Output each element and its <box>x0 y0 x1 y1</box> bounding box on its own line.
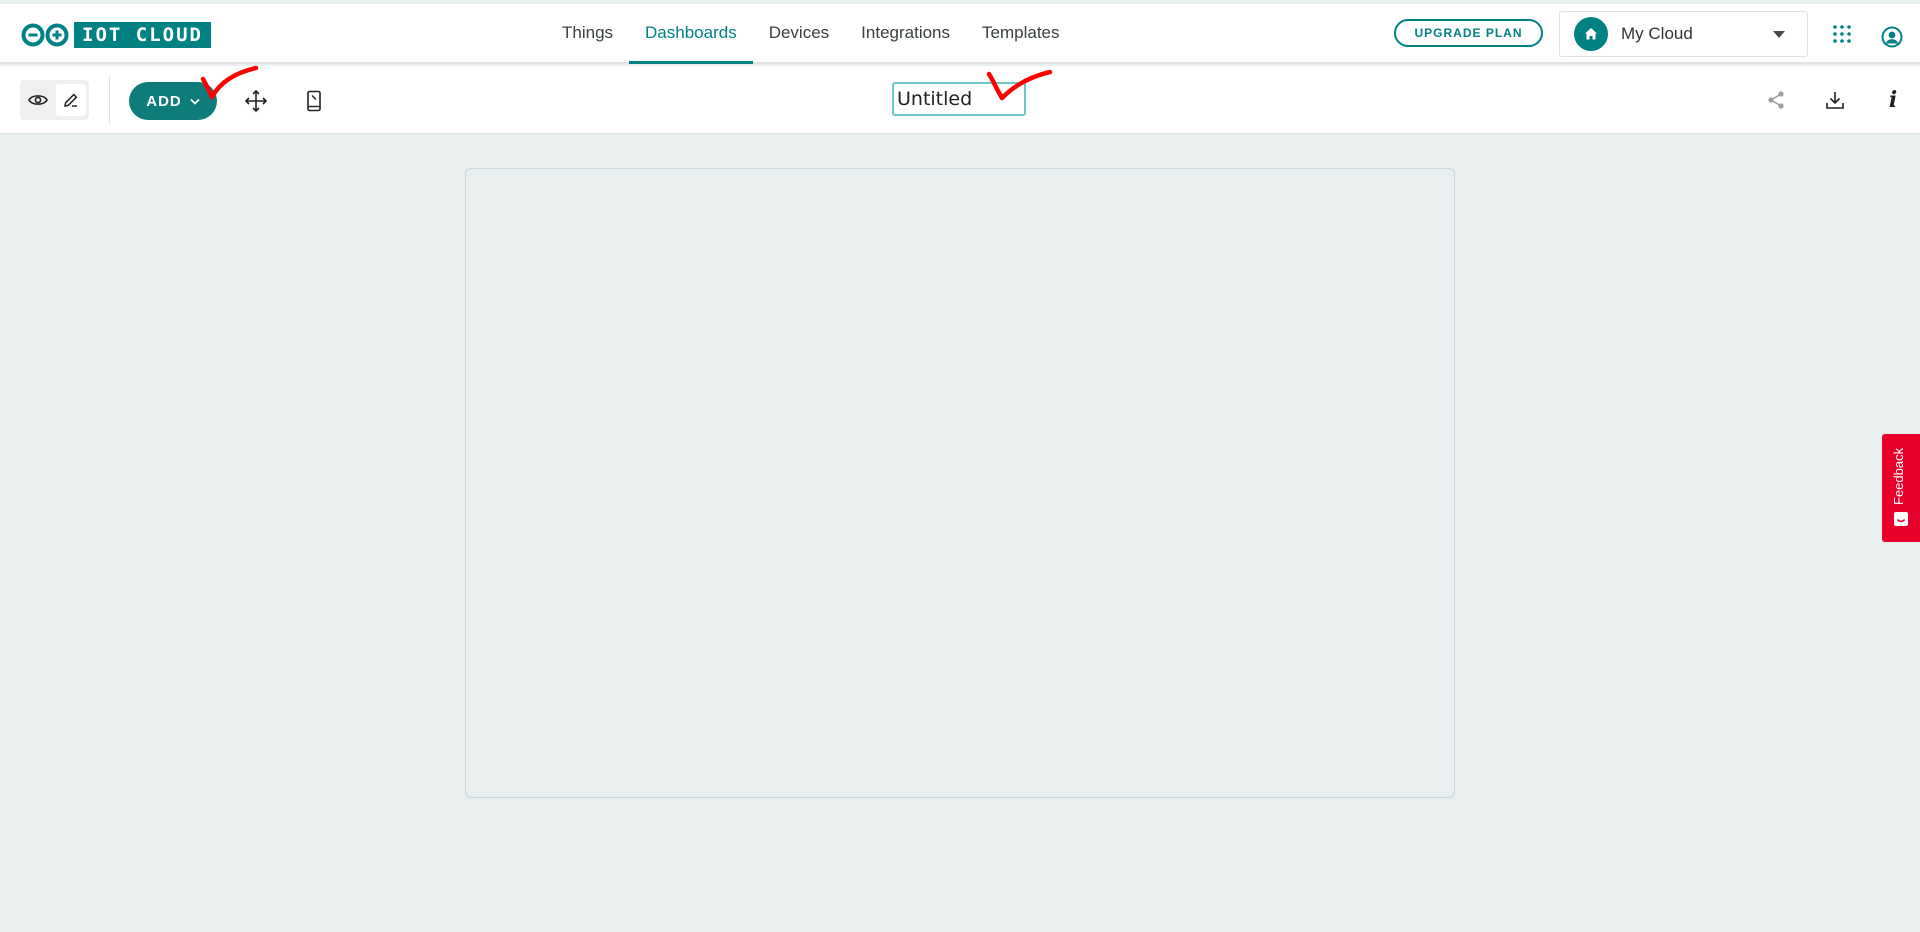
eye-icon <box>28 95 48 105</box>
feedback-tab[interactable]: Feedback <box>1882 434 1920 542</box>
mode-toggle <box>20 80 89 120</box>
nav-devices[interactable]: Devices <box>753 4 845 62</box>
feedback-icon <box>1894 512 1908 526</box>
dashboard-toolbar: ADD Untitled i <box>0 66 1920 134</box>
mobile-view-button[interactable] <box>301 88 327 114</box>
red-checkmark-annotation <box>986 69 1053 101</box>
feedback-label: Feedback <box>1891 447 1906 505</box>
mobile-icon <box>307 90 321 112</box>
dashboard-canvas[interactable] <box>465 168 1455 798</box>
space-selector[interactable]: My Cloud <box>1559 11 1808 57</box>
red-checkmark-annotation <box>200 65 259 100</box>
add-button-label: ADD <box>146 92 182 110</box>
share-icon <box>1768 91 1784 109</box>
download-icon <box>1826 92 1844 109</box>
logo-text: IOT CLOUD <box>74 22 211 48</box>
top-navigation-bar: IOT CLOUD Things Dashboards Devices Inte… <box>0 4 1920 64</box>
view-mode-button[interactable] <box>23 84 53 116</box>
nav-templates[interactable]: Templates <box>966 4 1075 62</box>
download-button[interactable] <box>1822 87 1848 113</box>
share-button[interactable] <box>1763 87 1789 113</box>
main-nav: Things Dashboards Devices Integrations T… <box>546 4 1076 64</box>
nav-integrations[interactable]: Integrations <box>845 4 966 62</box>
upgrade-plan-button[interactable]: UPGRADE PLAN <box>1394 19 1543 47</box>
info-icon: i <box>1888 87 1898 113</box>
toolbar-divider <box>109 76 110 124</box>
iot-cloud-logo[interactable]: IOT CLOUD <box>20 22 211 48</box>
apps-grid-icon[interactable] <box>1832 24 1852 44</box>
chevron-down-icon <box>1773 31 1785 38</box>
info-button[interactable]: i <box>1880 87 1906 113</box>
nav-things[interactable]: Things <box>546 4 629 62</box>
arduino-logo-icon <box>21 23 69 47</box>
edit-mode-button[interactable] <box>56 84 86 116</box>
nav-dashboards[interactable]: Dashboards <box>629 4 753 64</box>
pencil-icon <box>64 93 78 107</box>
space-name: My Cloud <box>1621 24 1693 43</box>
user-profile-icon[interactable] <box>1881 26 1903 48</box>
home-icon <box>1574 17 1608 51</box>
